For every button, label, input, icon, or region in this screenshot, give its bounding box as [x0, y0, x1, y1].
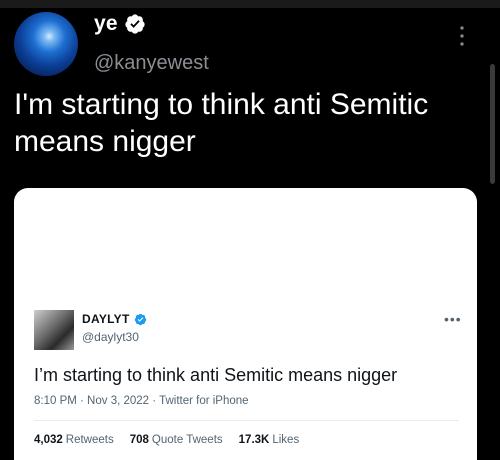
more-horizontal-icon: •••	[444, 311, 462, 327]
card-display-name: DAYLYT	[82, 312, 130, 326]
likes-label: Likes	[272, 434, 300, 446]
likes-stat: 17.3K Likes	[239, 434, 300, 446]
retweets-stat: 4,032 Retweets	[34, 434, 114, 446]
quoted-tweet-screenshot[interactable]: DAYLYT @daylyt30 ••• I’m starting to thi…	[14, 188, 477, 460]
card-divider	[34, 420, 459, 421]
retweets-count: 4,032	[34, 434, 63, 446]
quotes-label: Quote Tweets	[151, 434, 223, 446]
retweets-label: Retweets	[65, 434, 114, 446]
card-verified-badge-icon	[134, 313, 146, 325]
quotes-stat: 708 Quote Tweets	[130, 434, 223, 446]
card-stats: 4,032 Retweets 708 Quote Tweets 17.3K Likes	[34, 434, 299, 446]
card-avatar	[34, 310, 74, 350]
handle[interactable]: @kanyewest	[94, 52, 209, 75]
card-header: DAYLYT	[82, 312, 147, 326]
tweet-header: ye	[94, 12, 146, 36]
avatar[interactable]	[14, 12, 78, 76]
card-tweet-text: I’m starting to think anti Semitic means…	[34, 365, 398, 385]
likes-count: 17.3K	[238, 434, 270, 446]
card-handle: @daylyt30	[82, 330, 139, 344]
verified-badge-icon	[125, 14, 145, 34]
tweet-text: I'm starting to think anti Semitic means…	[14, 88, 429, 158]
more-vertical-icon[interactable]	[457, 24, 467, 48]
top-edge	[0, 0, 500, 8]
quotes-count: 708	[129, 434, 149, 446]
scrollbar[interactable]	[490, 64, 495, 184]
display-name[interactable]: ye	[94, 12, 118, 36]
card-timestamp: 8:10 PM · Nov 3, 2022 · Twitter for iPho…	[34, 395, 249, 407]
